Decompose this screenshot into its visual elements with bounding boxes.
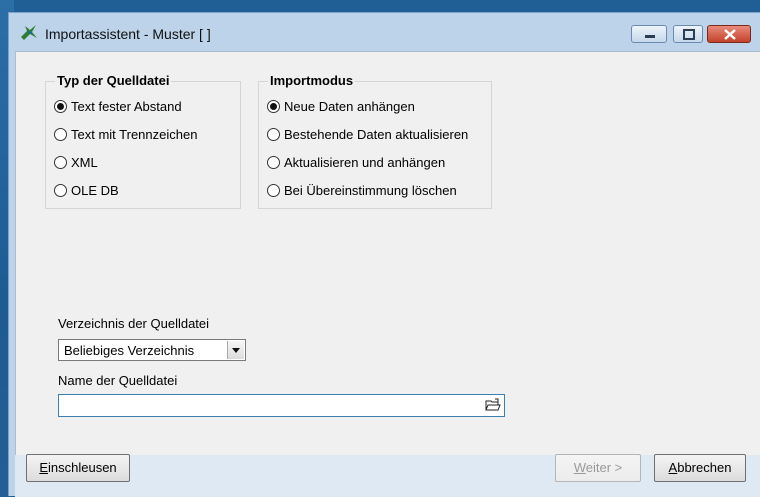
button-label: eiter > [585, 460, 623, 475]
radio-button[interactable] [267, 127, 280, 141]
weiter-button[interactable]: Weiter > [555, 454, 641, 482]
radio-button[interactable] [267, 99, 280, 113]
radio-update-append[interactable]: Aktualisieren und anhängen [267, 153, 445, 171]
source-type-group: Typ der Quelldatei Text fester Abstand T… [45, 73, 241, 209]
source-dir-label: Verzeichnis der Quelldatei [58, 316, 210, 331]
radio-button[interactable] [54, 155, 67, 169]
source-type-title: Typ der Quelldatei [55, 73, 172, 88]
button-mnemonic: A [668, 460, 678, 475]
title-bar[interactable]: Importassistent - Muster [ ] [9, 13, 760, 51]
button-label: inschleusen [48, 460, 117, 475]
chevron-down-icon[interactable] [227, 341, 244, 359]
minimize-button[interactable] [631, 25, 667, 43]
app-icon [21, 25, 37, 40]
radio-label: Text fester Abstand [71, 98, 182, 114]
radio-update-existing[interactable]: Bestehende Daten aktualisieren [267, 125, 468, 143]
close-icon [724, 29, 736, 40]
radio-label: Aktualisieren und anhängen [284, 154, 446, 170]
abbrechen-button[interactable]: Abbrechen [654, 454, 746, 482]
import-mode-group: Importmodus Neue Daten anhängen Bestehen… [258, 73, 492, 209]
window-title: Importassistent - Muster [ ] [45, 26, 211, 42]
radio-label: Text mit Trennzeichen [71, 126, 198, 142]
radio-text-fixed[interactable]: Text fester Abstand [54, 97, 182, 115]
radio-button[interactable] [267, 183, 280, 197]
einschleusen-button[interactable]: Einschleusen [26, 454, 130, 482]
radio-xml[interactable]: XML [54, 153, 98, 171]
maximize-icon [683, 29, 695, 40]
button-mnemonic: E [39, 460, 48, 475]
close-button[interactable] [707, 25, 751, 43]
minimize-icon [645, 35, 655, 38]
import-wizard-window: Importassistent - Muster [ ] Typ der Que… [8, 12, 760, 497]
radio-append-new[interactable]: Neue Daten anhängen [267, 97, 415, 115]
maximize-button[interactable] [673, 25, 703, 43]
radio-button[interactable] [54, 99, 67, 113]
radio-label: Neue Daten anhängen [284, 98, 415, 114]
source-dir-select[interactable]: Beliebiges Verzeichnis [58, 339, 246, 361]
button-mnemonic: W [573, 460, 586, 475]
radio-label: XML [71, 154, 98, 170]
radio-button[interactable] [267, 155, 280, 169]
source-dir-value: Beliebiges Verzeichnis [64, 343, 195, 358]
radio-delete-matching[interactable]: Bei Übereinstimmung löschen [267, 181, 457, 199]
button-label: bbrechen [677, 460, 732, 475]
dialog-client-area: Typ der Quelldatei Text fester Abstand T… [15, 51, 760, 455]
source-file-input[interactable] [58, 394, 505, 417]
radio-label: OLE DB [71, 182, 119, 198]
radio-label: Bei Übereinstimmung löschen [284, 182, 457, 198]
folder-open-icon[interactable] [485, 397, 501, 413]
import-mode-title: Importmodus [268, 73, 356, 88]
radio-label: Bestehende Daten aktualisieren [284, 126, 469, 142]
radio-ole-db[interactable]: OLE DB [54, 181, 119, 199]
radio-text-delimited[interactable]: Text mit Trennzeichen [54, 125, 197, 143]
radio-button[interactable] [54, 127, 67, 141]
radio-button[interactable] [54, 183, 67, 197]
source-file-label: Name der Quelldatei [58, 373, 178, 388]
